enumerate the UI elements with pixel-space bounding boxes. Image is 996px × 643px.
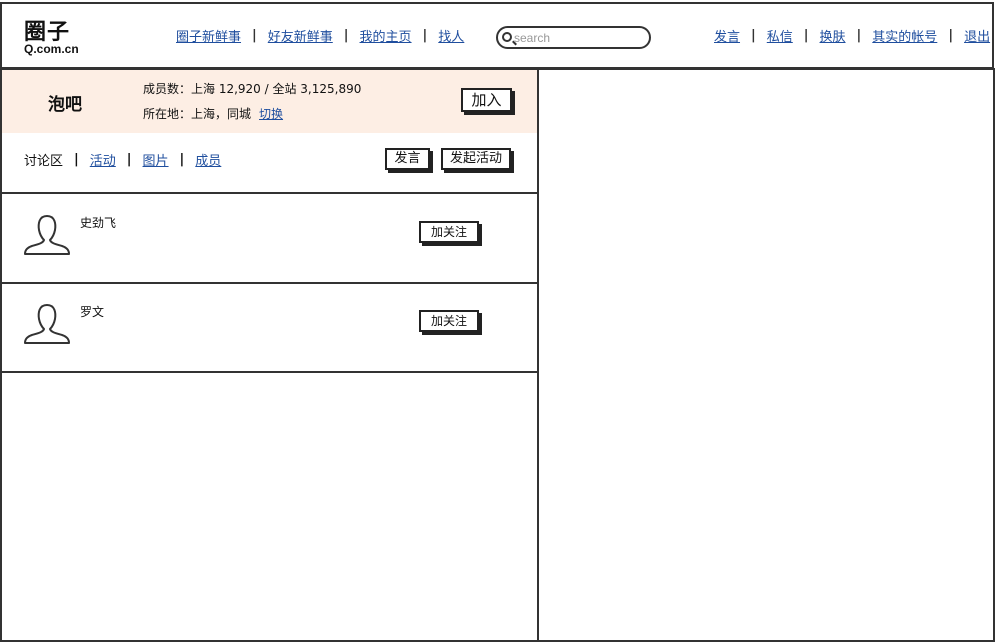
nav-separator: | [252, 28, 257, 43]
nav-skin[interactable]: 换肤 [820, 26, 846, 45]
switch-location-link[interactable]: 切换 [259, 107, 283, 121]
group-name: 泡吧 [48, 95, 82, 115]
nav-circle-news[interactable]: 圈子新鲜事 [176, 26, 241, 45]
member-name[interactable]: 罗文 [80, 303, 104, 320]
tab-members[interactable]: 成员 [195, 150, 221, 169]
divider [2, 371, 537, 373]
group-location: 所在地：上海，同城 切换 [143, 105, 361, 130]
avatar-icon[interactable] [22, 301, 72, 345]
group-tabs: 讨论区 | 活动 | 图片 | 成员 [24, 150, 221, 169]
tab-events[interactable]: 活动 [90, 150, 116, 169]
main-nav: 圈子新鲜事 | 好友新鲜事 | 我的主页 | 找人 [176, 26, 464, 45]
avatar-icon[interactable] [22, 212, 72, 256]
tab-separator: | [74, 152, 79, 167]
member-name[interactable]: 史劲飞 [80, 214, 116, 231]
group-panel: 泡吧 成员数：上海 12,920 / 全站 3,125,890 所在地：上海，同… [0, 68, 539, 642]
user-nav: 发言 | 私信 | 换肤 | 其实的帐号 | 退出 [714, 26, 990, 45]
group-info-bar: 泡吧 成员数：上海 12,920 / 全站 3,125,890 所在地：上海，同… [2, 70, 537, 133]
tab-photos[interactable]: 图片 [143, 150, 169, 169]
nav-find-people[interactable]: 找人 [438, 26, 464, 45]
list-item: 史劲飞 加关注 [2, 194, 537, 282]
top-header: 圈子 Q.com.cn 圈子新鲜事 | 好友新鲜事 | 我的主页 | 找人 发言… [0, 2, 994, 69]
nav-separator: | [856, 28, 862, 43]
tab-separator: | [179, 152, 185, 167]
nav-my-home[interactable]: 我的主页 [360, 26, 412, 45]
list-item: 罗文 加关注 [2, 283, 537, 371]
tab-separator: | [126, 152, 132, 167]
tab-discussion[interactable]: 讨论区 [24, 150, 63, 169]
nav-separator: | [422, 28, 428, 43]
location-text: 所在地：上海，同城 [143, 107, 252, 121]
nav-messages[interactable]: 私信 [767, 26, 793, 45]
nav-separator: | [751, 28, 756, 43]
nav-separator: | [803, 28, 809, 43]
follow-button[interactable]: 加关注 [419, 310, 479, 332]
search-box[interactable] [496, 26, 651, 49]
join-group-button[interactable]: 加入 [461, 88, 512, 112]
nav-account[interactable]: 其实的帐号 [872, 26, 937, 45]
nav-friend-news[interactable]: 好友新鲜事 [268, 26, 333, 45]
nav-separator: | [948, 28, 954, 43]
nav-post[interactable]: 发言 [714, 26, 740, 45]
member-count: 成员数：上海 12,920 / 全站 3,125,890 [143, 82, 362, 96]
right-sidebar [537, 68, 995, 642]
group-stats: 成员数：上海 12,920 / 全站 3,125,890 所在地：上海，同城 切换 [143, 80, 361, 130]
search-icon [502, 32, 512, 42]
follow-button[interactable]: 加关注 [419, 221, 479, 243]
post-button[interactable]: 发言 [385, 148, 430, 170]
search-input[interactable] [514, 29, 644, 47]
nav-separator: | [343, 28, 349, 43]
nav-logout[interactable]: 退出 [964, 26, 990, 45]
create-event-button[interactable]: 发起活动 [441, 148, 511, 170]
site-logo-domain: Q.com.cn [24, 42, 79, 56]
